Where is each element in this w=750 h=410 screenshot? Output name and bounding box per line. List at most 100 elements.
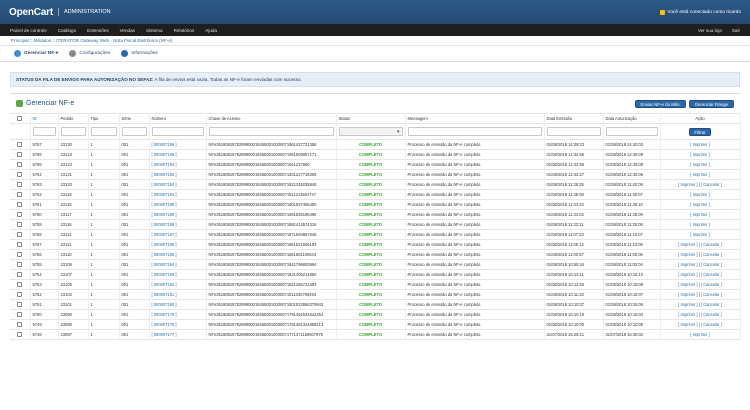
col-numero[interactable]: Número [149, 113, 207, 124]
cancel-link[interactable]: [ Cancelar ] [701, 272, 722, 277]
menu-item-system[interactable]: Sistema [146, 28, 163, 33]
cancel-link[interactable]: [ Cancelar ] [701, 312, 722, 317]
filter-id-input[interactable] [32, 127, 56, 136]
manage-range-button[interactable]: Gerenciar Range [688, 99, 734, 108]
tab-info[interactable]: Informações [121, 50, 158, 57]
col-tipo[interactable]: Tipo [88, 113, 120, 124]
filter-emissao-input[interactable] [546, 127, 601, 136]
row-checkbox[interactable] [17, 242, 23, 248]
menu-item-reports[interactable]: Relatórios [174, 28, 195, 33]
cancel-link[interactable]: [ Cancelar ] [701, 242, 722, 247]
print-link[interactable]: [ Imprimir ] [690, 192, 709, 197]
row-checkbox[interactable] [17, 332, 23, 338]
send-month-nfe-button[interactable]: Enviar NF-e do Mês [634, 99, 686, 108]
filter-autorizacao-input[interactable] [605, 127, 658, 136]
row-checkbox[interactable] [17, 202, 23, 208]
print-link[interactable]: [ Imprimir ] [678, 242, 697, 247]
view-store-link[interactable]: Ver sua loja [698, 28, 722, 33]
cell-numero[interactable]: [ 000007193 ] [149, 169, 207, 180]
row-checkbox[interactable] [17, 232, 23, 238]
filter-status-select[interactable] [338, 127, 403, 136]
print-link[interactable]: [ Imprimir ] [690, 202, 709, 207]
row-checkbox[interactable] [17, 292, 23, 298]
select-all-checkbox[interactable] [17, 116, 23, 122]
menu-item-extensions[interactable]: Extensões [87, 28, 108, 33]
col-id[interactable]: ID [30, 113, 59, 124]
menu-item-catalog[interactable]: Catálogo [58, 28, 76, 33]
filter-mensagem-input[interactable] [407, 127, 542, 136]
print-link[interactable]: [ Imprimir ] [690, 232, 709, 237]
print-link[interactable]: [ Imprimir ] [678, 292, 697, 297]
cancel-link[interactable]: [ Cancelar ] [701, 262, 722, 267]
cell-numero[interactable]: [ 000007196 ] [149, 139, 207, 150]
print-link[interactable]: [ Imprimir ] [678, 272, 697, 277]
cell-numero[interactable]: [ 000007183 ] [149, 269, 207, 280]
row-checkbox[interactable] [17, 282, 23, 288]
row-checkbox[interactable] [17, 252, 23, 258]
print-link[interactable]: [ Imprimir ] [678, 312, 697, 317]
cell-numero[interactable]: [ 000007179 ] [149, 309, 207, 320]
cell-numero[interactable]: [ 000007190 ] [149, 199, 207, 210]
cancel-link[interactable]: [ Cancelar ] [701, 252, 722, 257]
cancel-link[interactable]: [ Cancelar ] [701, 282, 722, 287]
row-checkbox[interactable] [17, 312, 23, 318]
print-link[interactable]: [ Imprimir ] [678, 262, 697, 267]
filter-numero-input[interactable] [151, 127, 204, 136]
row-checkbox[interactable] [17, 162, 23, 168]
breadcrumb-current[interactable]: ITERATOR Gateway Web - Nota Fiscal Eletr… [56, 38, 172, 43]
filter-pedido-input[interactable] [60, 127, 86, 136]
cell-numero[interactable]: [ 000007188 ] [149, 219, 207, 230]
print-link[interactable]: [ Imprimir ] [690, 222, 709, 227]
print-link[interactable]: [ Imprimir ] [678, 182, 697, 187]
filter-tipo-input[interactable] [90, 127, 117, 136]
cell-numero[interactable]: [ 000007189 ] [149, 209, 207, 220]
cell-numero[interactable]: [ 000007184 ] [149, 259, 207, 270]
cell-numero[interactable]: [ 000007185 ] [149, 249, 207, 260]
opencart-logo[interactable]: OpenCart [9, 7, 53, 18]
print-link[interactable]: [ Imprimir ] [690, 152, 709, 157]
row-checkbox[interactable] [17, 272, 23, 278]
row-checkbox[interactable] [17, 152, 23, 158]
col-data-autorizacao[interactable]: Data Autorização [603, 113, 661, 124]
row-checkbox[interactable] [17, 172, 23, 178]
cell-numero[interactable]: [ 000007187 ] [149, 229, 207, 240]
col-serie[interactable]: Série [119, 113, 150, 124]
cell-numero[interactable]: [ 000007194 ] [149, 159, 207, 170]
breadcrumb-modules[interactable]: Módulos [34, 38, 51, 43]
print-link[interactable]: [ Imprimir ] [690, 172, 709, 177]
menu-item-help[interactable]: Ajuda [205, 28, 217, 33]
menu-item-sales[interactable]: Vendas [120, 28, 135, 33]
print-link[interactable]: [ Imprimir ] [690, 212, 709, 217]
filter-button[interactable]: Filtrar [689, 127, 711, 136]
tab-manage-nfe[interactable]: Gerenciar NF-e [14, 50, 58, 57]
cell-numero[interactable]: [ 000007191 ] [149, 189, 207, 200]
cell-numero[interactable]: [ 000007195 ] [149, 149, 207, 160]
print-link[interactable]: [ Imprimir ] [678, 252, 697, 257]
cancel-link[interactable]: [ Cancelar ] [701, 302, 722, 307]
print-link[interactable]: [ Imprimir ] [690, 162, 709, 167]
filter-chave-input[interactable] [208, 127, 334, 136]
cell-numero[interactable]: [ 000007180 ] [149, 299, 207, 310]
col-mensagem[interactable]: Mensagem [405, 113, 545, 124]
row-checkbox[interactable] [17, 212, 23, 218]
row-checkbox[interactable] [17, 322, 23, 328]
tab-settings[interactable]: Configurações [69, 50, 110, 57]
print-link[interactable]: [ Imprimir ] [678, 302, 697, 307]
row-checkbox[interactable] [17, 182, 23, 188]
cell-numero[interactable]: [ 000007182 ] [149, 279, 207, 290]
col-data-emissao[interactable]: Data Emissão [544, 113, 604, 124]
breadcrumb-home[interactable]: Principal [11, 38, 29, 43]
col-chave[interactable]: Chave de Acesso [206, 113, 337, 124]
print-link[interactable]: [ Imprimir ] [678, 322, 697, 327]
cell-numero[interactable]: [ 000007177 ] [149, 329, 207, 340]
row-checkbox[interactable] [17, 142, 23, 148]
cell-numero[interactable]: [ 000007186 ] [149, 239, 207, 250]
row-checkbox[interactable] [17, 302, 23, 308]
print-link[interactable]: [ Imprimir ] [690, 142, 709, 147]
cell-numero[interactable]: [ 000007178 ] [149, 319, 207, 330]
cancel-link[interactable]: [ Cancelar ] [701, 322, 722, 327]
row-checkbox[interactable] [17, 222, 23, 228]
cell-numero[interactable]: [ 000007181 ] [149, 289, 207, 300]
print-link[interactable]: [ Imprimir ] [678, 282, 697, 287]
row-checkbox[interactable] [17, 262, 23, 268]
